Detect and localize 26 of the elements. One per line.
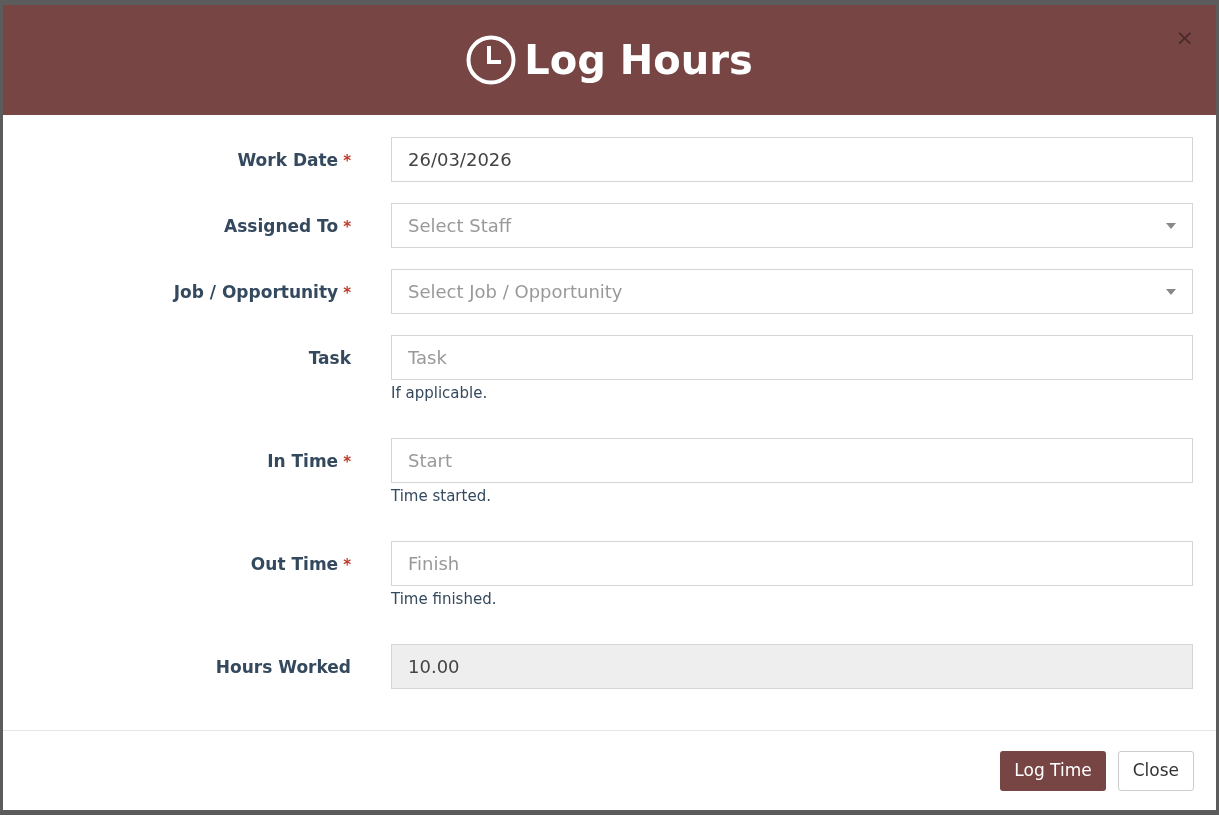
field-label: Task bbox=[308, 347, 351, 370]
field-label: Work Date bbox=[237, 149, 339, 172]
field-label: Hours Worked bbox=[215, 656, 351, 679]
required-mark: * bbox=[343, 555, 351, 576]
readonly-field[interactable]: 10.00 bbox=[391, 644, 1193, 689]
field-label: Assigned To bbox=[224, 215, 339, 238]
help-text: If applicable. bbox=[391, 383, 489, 404]
modal-title: Log Hours bbox=[524, 36, 753, 85]
required-mark: * bbox=[343, 151, 351, 172]
input-field[interactable]: Finish bbox=[391, 541, 1193, 586]
required-mark: * bbox=[343, 452, 351, 473]
field-label: Job / Opportunity bbox=[173, 281, 339, 304]
required-mark: * bbox=[343, 283, 351, 304]
help-text: Time started. bbox=[391, 486, 492, 507]
log-time-button[interactable]: Log Time bbox=[1000, 750, 1106, 791]
required-mark: * bbox=[343, 217, 351, 238]
help-text: Time finished. bbox=[391, 589, 498, 610]
input-field[interactable]: 26/03/2026 bbox=[391, 137, 1193, 182]
input-field[interactable]: Task bbox=[391, 335, 1193, 380]
input-field[interactable]: Start bbox=[391, 438, 1193, 483]
field-label: In Time bbox=[267, 450, 339, 473]
caret-icon bbox=[1166, 288, 1176, 295]
close-button[interactable]: Close bbox=[1117, 750, 1194, 791]
field-label: Out Time bbox=[250, 553, 339, 576]
clock-icon bbox=[466, 35, 517, 85]
caret-icon bbox=[1166, 222, 1176, 229]
